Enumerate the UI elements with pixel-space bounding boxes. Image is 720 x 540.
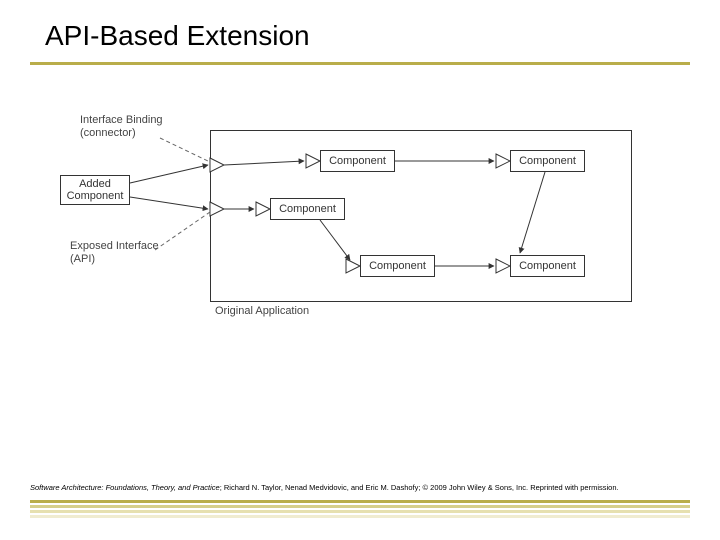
- port-comp4: [496, 154, 510, 168]
- port-comp3: [346, 259, 360, 273]
- slide-title: API-Based Extension: [45, 20, 310, 52]
- diagram-area: Added Component Component Component Comp…: [60, 120, 640, 340]
- original-application-label: Original Application: [215, 305, 309, 318]
- port-comp5: [496, 259, 510, 273]
- title-underline: [30, 62, 690, 65]
- port-comp2: [256, 202, 270, 216]
- footer-accent-bars: [30, 498, 690, 518]
- interface-binding-label: Interface Binding (connector): [80, 114, 163, 140]
- diagram-connectors: [60, 120, 640, 340]
- port-comp1: [306, 154, 320, 168]
- citation-text: Software Architecture: Foundations, Theo…: [30, 483, 690, 492]
- api-port-bottom: [210, 202, 224, 216]
- api-port-top: [210, 158, 224, 172]
- exposed-interface-label: Exposed Interface (API): [70, 240, 159, 266]
